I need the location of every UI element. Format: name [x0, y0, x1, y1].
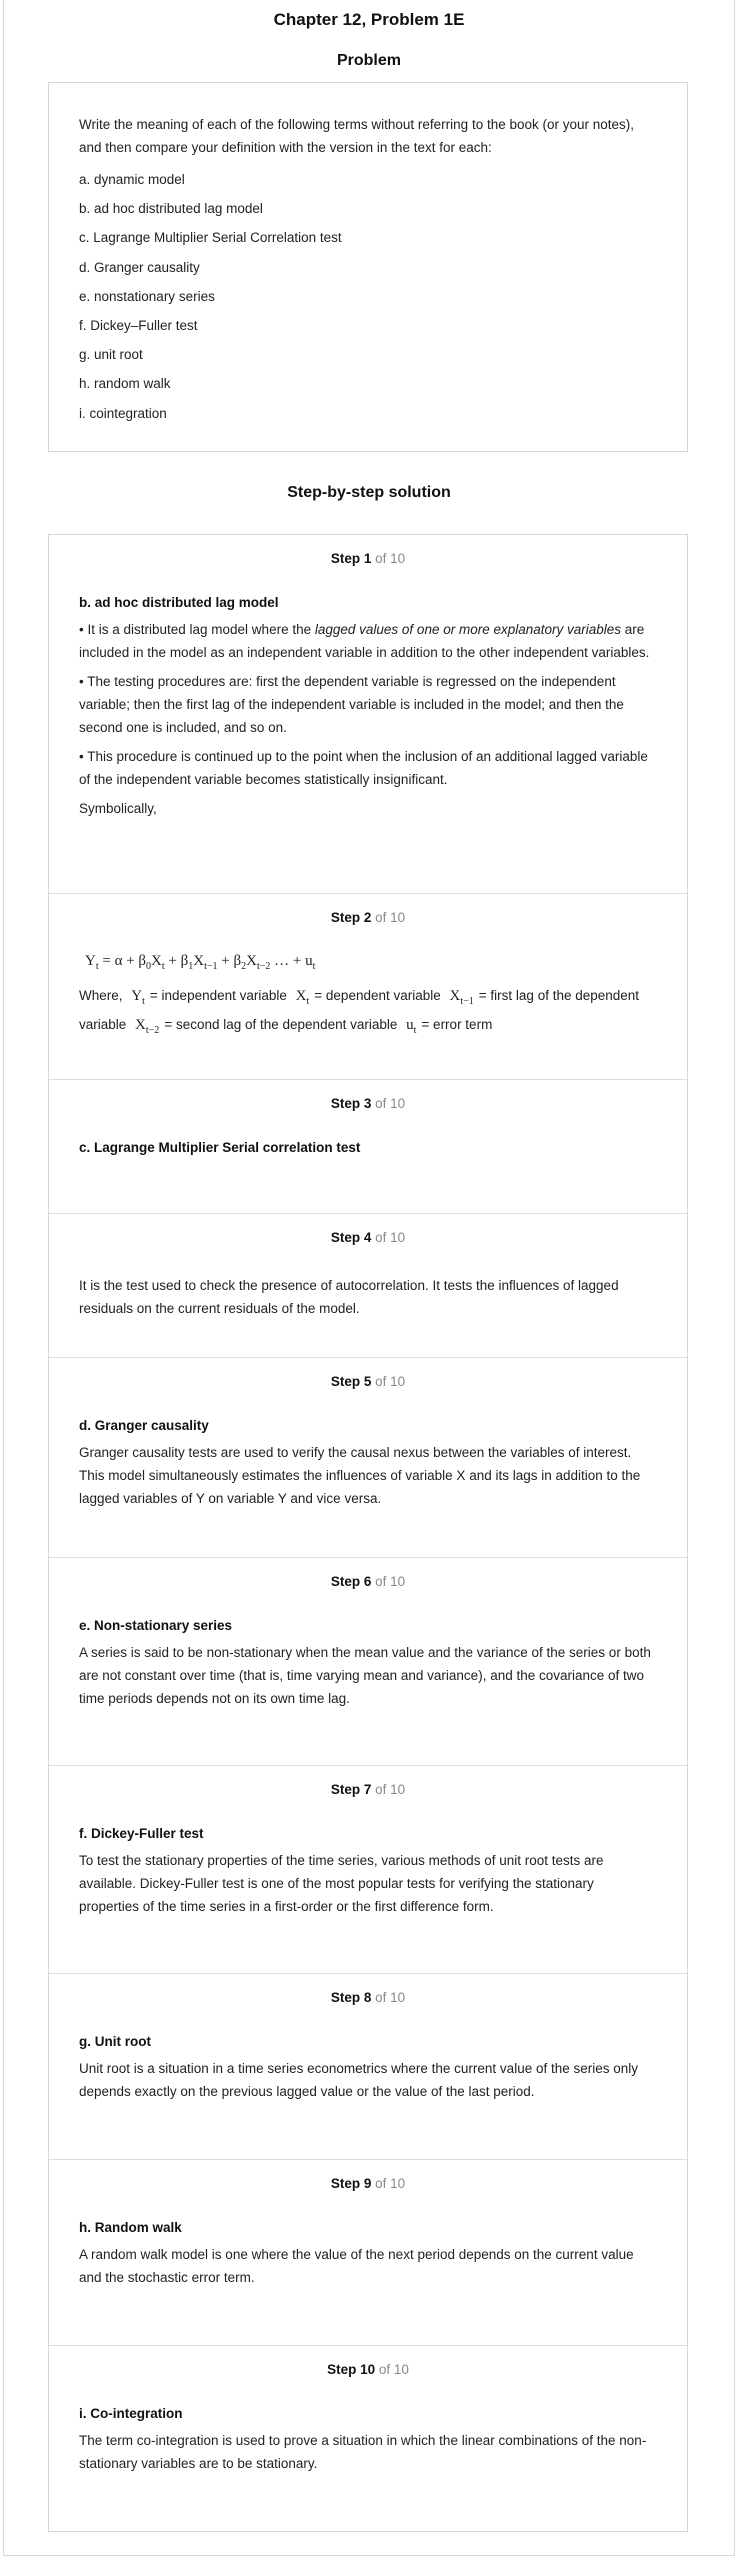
step-of-total: of 10 — [375, 1230, 406, 1245]
math-symbol: Xt−2 — [135, 1017, 160, 1036]
problem-term: h. random walk — [79, 376, 171, 392]
problem-card: Write the meaning of each of the followi… — [48, 82, 688, 452]
step-bullet: • This procedure is continued up to the … — [79, 749, 648, 787]
step-number: Step 3 — [330, 1096, 372, 1111]
step-heading: b. ad hoc distributed lag model — [79, 595, 279, 610]
step-title: Step 1 of 10 — [79, 549, 657, 569]
step-heading: g. Unit root — [79, 2034, 151, 2049]
equation-definitions: Where, Yt = independent variable Xt = depe… — [79, 984, 657, 1042]
step-number: Step 9 — [330, 2176, 372, 2191]
where-label: Where, — [79, 988, 123, 1003]
step-heading: d. Granger causality — [79, 1418, 209, 1433]
problem-term-list: a. dynamic model b. ad hoc distributed l… — [79, 165, 657, 428]
solution-heading: Step-by-step solution — [287, 484, 451, 501]
bullet-emphasis: lagged values of one or more explanatory… — [314, 622, 622, 637]
step-text: A series is said to be non-stationary wh… — [79, 1645, 651, 1706]
step-number: Step 8 — [330, 1990, 372, 2005]
step-number: Step 6 — [330, 1574, 372, 1589]
step-heading: c. Lagrange Multiplier Serial correlatio… — [79, 1140, 361, 1155]
step-text: The term co-integration is used to prove… — [79, 2433, 647, 2471]
step-text: To test the stationary properties of the… — [79, 1853, 604, 1914]
problem-term: c. Lagrange Multiplier Serial Correlatio… — [79, 230, 342, 246]
step-bullet: • It is a distributed lag model where th… — [79, 618, 657, 664]
definition-text: = second lag of the dependent variable — [164, 1017, 398, 1032]
step-of-total: of 10 — [375, 551, 406, 566]
step-text: Granger causality tests are used to veri… — [79, 1445, 641, 1506]
problem-term: g. unit root — [79, 347, 143, 363]
step-text: Symbolically, — [79, 801, 157, 816]
step-9: Step 9 of 10 h. Random walk A random wal… — [49, 2159, 687, 2345]
math-symbol: Xt−1 — [449, 988, 474, 1007]
step-3: Step 3 of 10 c. Lagrange Multiplier Seri… — [49, 1079, 687, 1213]
step-title: Step 6 of 10 — [79, 1572, 657, 1592]
problem-heading: Problem — [336, 52, 401, 69]
step-of-total: of 10 — [375, 1782, 406, 1797]
step-title: Step 8 of 10 — [79, 1988, 657, 2008]
problem-term: e. nonstationary series — [79, 288, 215, 304]
step-text: Unit root is a situation in a time serie… — [79, 2061, 639, 2099]
problem-term: b. ad hoc distributed lag model — [79, 201, 263, 217]
step-number: Step 5 — [330, 1374, 372, 1389]
step-6: Step 6 of 10 e. Non-stationary series A … — [49, 1557, 687, 1765]
step-heading: i. Co-integration — [79, 2406, 183, 2421]
step-4: Step 4 of 10 It is the test used to chec… — [49, 1213, 687, 1357]
step-10: Step 10 of 10 i. Co-integration The term… — [49, 2345, 687, 2531]
step-text: It is the test used to check the presenc… — [79, 1278, 619, 1316]
step-of-total: of 10 — [378, 2362, 409, 2377]
step-number: Step 10 — [327, 2362, 376, 2377]
math-symbol: ut — [406, 1017, 417, 1036]
step-8: Step 8 of 10 g. Unit root Unit root is a… — [49, 1973, 687, 2159]
step-1: Step 1 of 10 b. ad hoc distributed lag m… — [49, 535, 687, 893]
math-symbol: Xt — [295, 988, 310, 1007]
problem-term: d. Granger causality — [79, 259, 200, 275]
step-number: Step 7 — [330, 1782, 372, 1797]
definition-text: = independent variable — [149, 988, 287, 1003]
problem-term: i. cointegration — [79, 405, 167, 421]
step-title: Step 9 of 10 — [79, 2174, 657, 2194]
step-heading: h. Random walk — [79, 2220, 182, 2235]
step-number: Step 2 — [330, 910, 372, 925]
step-title: Step 7 of 10 — [79, 1780, 657, 1800]
definition-text: = error term — [421, 1017, 493, 1032]
problem-intro: Write the meaning of each of the followi… — [79, 117, 635, 155]
step-heading: f. Dickey-Fuller test — [79, 1826, 204, 1841]
step-number: Step 1 — [330, 551, 372, 566]
step-of-total: of 10 — [375, 1096, 406, 1111]
step-title: Step 3 of 10 — [79, 1094, 657, 1114]
definition-text: = dependent variable — [314, 988, 441, 1003]
step-of-total: of 10 — [375, 2176, 406, 2191]
step-7: Step 7 of 10 f. Dickey-Fuller test To te… — [49, 1765, 687, 1973]
step-of-total: of 10 — [375, 1990, 406, 2005]
lag-model-equation: Yt = α + β0Xt + β1Xt−1 + β2Xt−2 … + ut — [85, 953, 316, 972]
math-symbol: Yt — [131, 988, 145, 1007]
step-bullet: • The testing procedures are: first the … — [79, 674, 624, 735]
step-heading: e. Non-stationary series — [79, 1618, 233, 1633]
step-title: Step 5 of 10 — [79, 1372, 657, 1392]
step-title: Step 2 of 10 — [79, 908, 657, 928]
step-of-total: of 10 — [375, 1574, 406, 1589]
problem-term: a. dynamic model — [79, 172, 185, 187]
step-number: Step 4 — [330, 1230, 372, 1245]
step-2: Step 2 of 10 Yt = α + β0Xt + β1Xt−1 + β2… — [49, 893, 687, 1079]
step-text: A random walk model is one where the val… — [79, 2247, 634, 2285]
chapter-title: Chapter 12, Problem 1E — [273, 10, 465, 29]
step-title: Step 4 of 10 — [79, 1228, 657, 1248]
steps-card: Step 1 of 10 b. ad hoc distributed lag m… — [48, 534, 688, 2532]
step-of-total: of 10 — [375, 1374, 406, 1389]
bullet-text: • It is a distributed lag model where th… — [79, 622, 315, 637]
step-of-total: of 10 — [375, 910, 406, 925]
step-title: Step 10 of 10 — [79, 2360, 657, 2380]
step-5: Step 5 of 10 d. Granger causality Grange… — [49, 1357, 687, 1557]
problem-term: f. Dickey–Fuller test — [79, 318, 198, 334]
